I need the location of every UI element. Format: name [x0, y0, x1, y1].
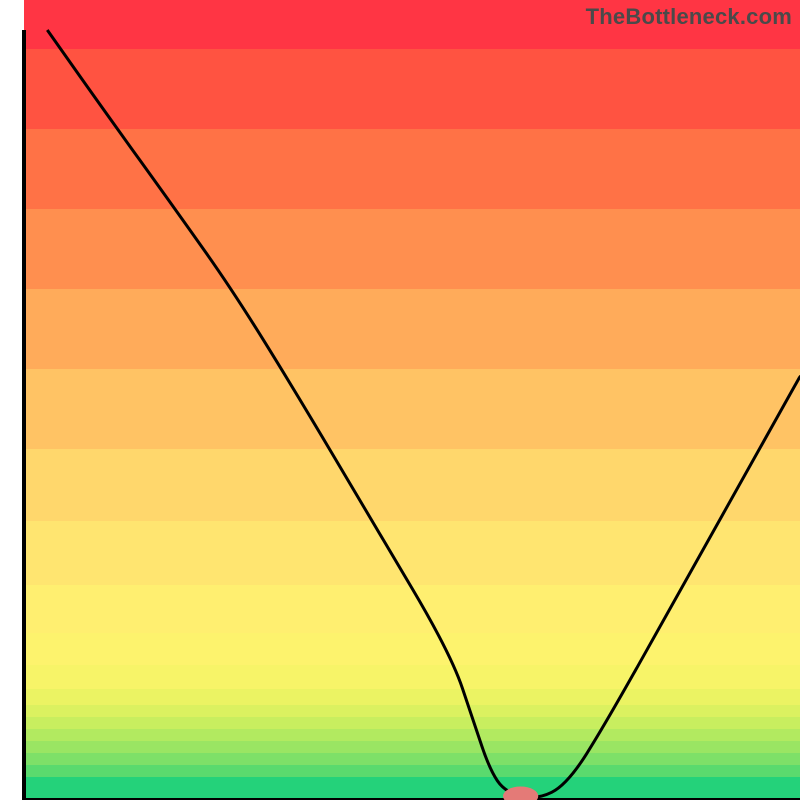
gradient-background — [24, 0, 800, 800]
chart-container: TheBottleneck.com — [0, 0, 800, 800]
chart-svg — [0, 0, 800, 800]
watermark: TheBottleneck.com — [586, 4, 792, 30]
